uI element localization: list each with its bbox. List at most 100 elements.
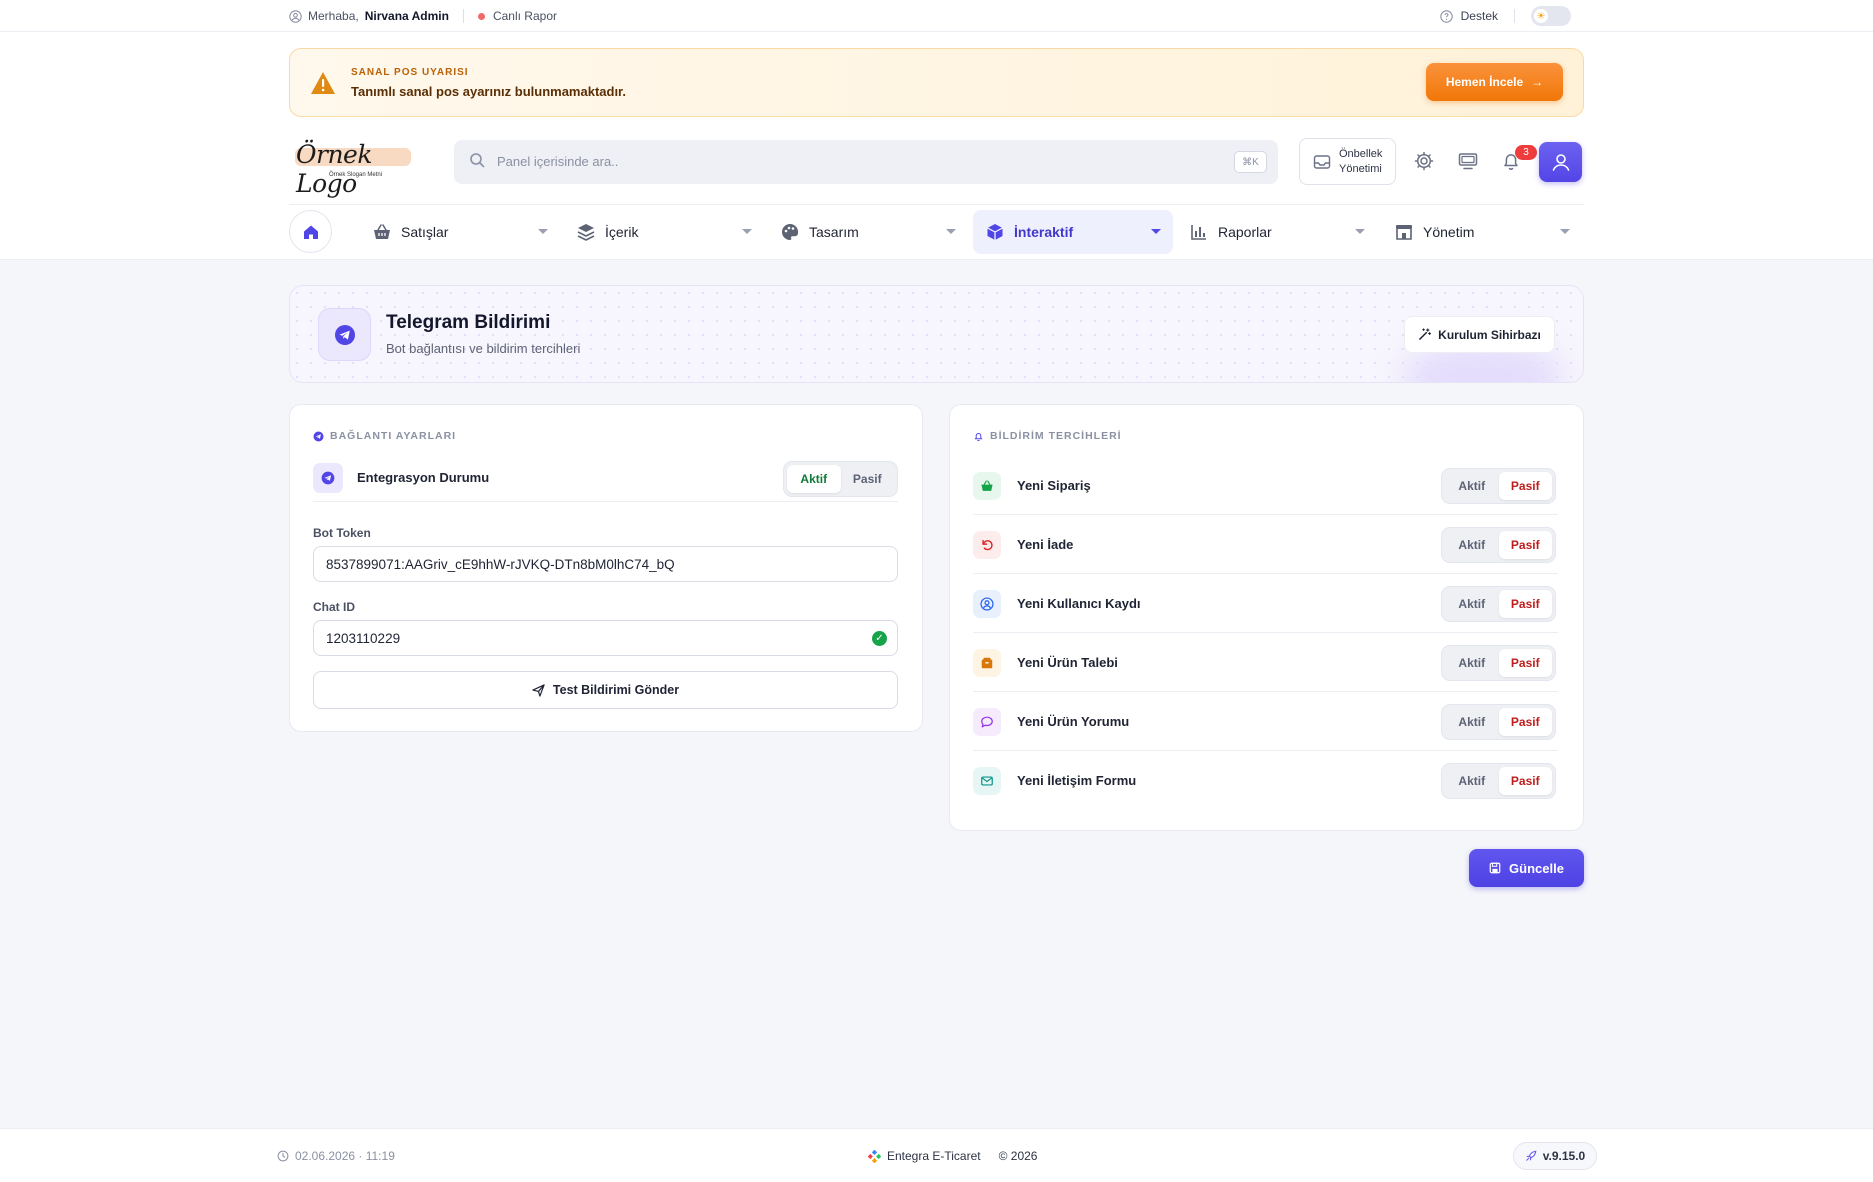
sun-icon: ☀ (1534, 9, 1548, 23)
integration-status-toggle: Aktif Pasif (783, 461, 898, 497)
pref-label: Yeni Ürün Talebi (1017, 655, 1118, 670)
telegram-icon-tile (313, 463, 343, 493)
nav-divider (289, 204, 1584, 205)
home-icon (303, 225, 318, 239)
update-label: Güncelle (1509, 860, 1564, 876)
brand-mark-icon (868, 1149, 881, 1163)
integration-status-label: Entegrasyon Durumu (357, 470, 490, 485)
setup-wizard-label: Kurulum Sihirbazı (1438, 327, 1541, 342)
passive-option[interactable]: Pasif (1498, 708, 1552, 736)
search-icon (470, 153, 485, 168)
pref-label: Yeni Sipariş (1017, 478, 1091, 493)
footer-brand: Entegra E-Ticaret © 2026 (868, 1149, 1037, 1163)
pref-row-product-review: Yeni Ürün Yorumu Aktif Pasif (973, 692, 1558, 751)
pref-label: Yeni Ürün Yorumu (1017, 714, 1130, 729)
save-icon (1489, 862, 1501, 874)
active-option[interactable]: Aktif (1445, 590, 1499, 618)
chevron-down-icon (1151, 229, 1161, 234)
live-report-link[interactable]: Canlı Rapor (493, 9, 557, 23)
user-name: Nirvana Admin (364, 9, 449, 23)
user-avatar-button[interactable] (1539, 142, 1582, 182)
passive-option[interactable]: Pasif (1498, 590, 1552, 618)
passive-option[interactable]: Pasif (1498, 767, 1552, 795)
nav-item-sales[interactable]: Satışlar (360, 210, 560, 254)
cache-management-button[interactable]: Önbellek Yönetimi (1299, 138, 1396, 185)
palette-icon (782, 223, 799, 240)
notification-preferences-card: BİLDİRİM TERCİHLERİ Yeni Sipariş Aktif P… (949, 404, 1584, 831)
review-now-button[interactable]: Hemen İncele → (1426, 63, 1563, 101)
chat-id-value: 1203110229 (326, 630, 401, 646)
cache-label-line1: Önbellek (1339, 148, 1383, 160)
arrow-right-icon: → (1531, 75, 1544, 89)
chevron-down-icon (1355, 229, 1365, 234)
virtual-pos-alert: SANAL POS UYARISI Tanımlı sanal pos ayar… (289, 48, 1584, 117)
gear-icon[interactable] (1413, 150, 1435, 172)
bar-chart-icon (1191, 225, 1206, 240)
help-icon (1439, 9, 1453, 23)
bell-icon (974, 432, 983, 441)
chat-icon (973, 708, 1001, 736)
pref-toggle: Aktif Pasif (1441, 527, 1556, 563)
footer-datetime: 02.06.2026 · 11:19 (277, 1149, 395, 1163)
logo-slogan: Örnek Slogan Metni (329, 172, 383, 178)
chevron-down-icon (742, 229, 752, 234)
chat-id-label: Chat ID (313, 600, 355, 614)
telegram-icon (334, 324, 355, 345)
layers-icon (577, 224, 595, 241)
passive-option[interactable]: Pasif (1498, 649, 1552, 677)
bot-token-field[interactable]: 8537899071:AAGriv_cE9hhW-rJVKQ-DTn8bM0lh… (313, 546, 898, 582)
chat-id-field[interactable]: 1203110229 ✓ (313, 620, 898, 656)
nav-item-management[interactable]: Yönetim (1382, 210, 1582, 254)
passive-option[interactable]: Pasif (1498, 472, 1552, 500)
active-option[interactable]: Aktif (1445, 649, 1499, 677)
theme-toggle[interactable]: ☀ (1531, 6, 1571, 26)
update-button[interactable]: Güncelle (1469, 849, 1584, 887)
send-test-button[interactable]: Test Bildirimi Gönder (313, 671, 898, 709)
undo-icon (973, 531, 1001, 559)
page-header-card: Telegram Bildirimi Bot bağlantısı ve bil… (289, 285, 1584, 383)
clock-icon (277, 1150, 289, 1162)
pref-toggle: Aktif Pasif (1441, 468, 1556, 504)
connection-settings-card: BAĞLANTI AYARLARI Entegrasyon Durumu Akt… (289, 404, 923, 732)
page-subtitle: Bot bağlantısı ve bildirim tercihleri (386, 341, 581, 356)
pref-toggle: Aktif Pasif (1441, 704, 1556, 740)
pref-row-new-return: Yeni İade Aktif Pasif (973, 515, 1558, 574)
setup-wizard-button[interactable]: Kurulum Sihirbazı (1404, 316, 1555, 353)
box-icon (973, 649, 1001, 677)
nav-label: İnteraktif (1014, 224, 1074, 240)
footer-brand-text[interactable]: Entegra E-Ticaret (887, 1149, 981, 1163)
search-input[interactable]: Panel içerisinde ara.. ⌘K (454, 140, 1278, 184)
home-button[interactable] (289, 210, 332, 253)
active-option[interactable]: Aktif (1445, 472, 1499, 500)
pref-row-new-order: Yeni Sipariş Aktif Pasif (973, 456, 1558, 515)
footer-datetime-text: 02.06.2026 · 11:19 (295, 1149, 395, 1163)
user-circle-icon (289, 9, 302, 23)
alert-kicker: SANAL POS UYARISI (351, 67, 469, 78)
footer: 02.06.2026 · 11:19 Entegra E-Ticaret © 2… (0, 1128, 1873, 1182)
nav-label: Tasarım (809, 224, 859, 240)
integration-status-row: Entegrasyon Durumu Aktif Pasif (313, 458, 898, 502)
active-option[interactable]: Aktif (1445, 708, 1499, 736)
nav-label: Satışlar (401, 224, 449, 240)
nav-item-interactive[interactable]: İnteraktif (973, 210, 1173, 254)
nav-item-content[interactable]: İçerik (564, 210, 764, 254)
active-option[interactable]: Aktif (1445, 767, 1499, 795)
passive-option[interactable]: Pasif (1498, 531, 1552, 559)
nav-label: Yönetim (1423, 224, 1475, 240)
nav-item-reports[interactable]: Raporlar (1177, 210, 1377, 254)
chevron-down-icon (538, 229, 548, 234)
brand-logo[interactable]: Örnek Logo Örnek Slogan Metni (293, 138, 419, 198)
divider (1514, 9, 1515, 23)
chevron-down-icon (946, 229, 956, 234)
telegram-icon-tile (318, 308, 371, 361)
support-link[interactable]: Destek (1461, 9, 1498, 23)
passive-option[interactable]: Pasif (841, 465, 895, 493)
alert-message: Tanımlı sanal pos ayarınız bulunmamaktad… (351, 84, 627, 99)
send-test-label: Test Bildirimi Gönder (552, 683, 680, 697)
nav-item-design[interactable]: Tasarım (768, 210, 968, 254)
monitor-icon[interactable] (1457, 150, 1479, 172)
warning-icon (310, 71, 336, 98)
active-option[interactable]: Aktif (787, 465, 841, 493)
pref-row-contact-form: Yeni İletişim Formu Aktif Pasif (973, 751, 1558, 810)
active-option[interactable]: Aktif (1445, 531, 1499, 559)
